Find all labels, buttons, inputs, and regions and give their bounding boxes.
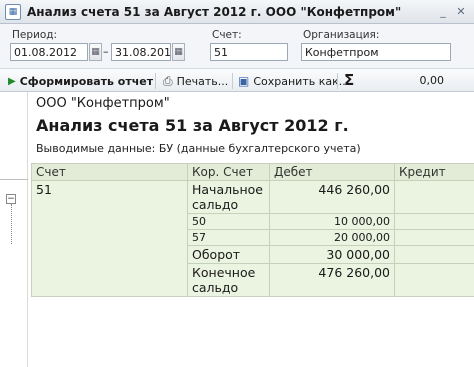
save-as-label: Сохранить как... <box>253 74 350 88</box>
calendar-to-icon[interactable]: ▦ <box>172 43 185 61</box>
closing-debit: 476 260,00 <box>269 263 395 297</box>
calendar-from-icon[interactable]: ▦ <box>89 43 102 61</box>
turnover-label: Оборот <box>187 245 270 264</box>
print-button[interactable]: ⎙ Печать... <box>163 72 228 90</box>
account-cell[interactable]: 51 <box>31 180 188 297</box>
organization-label: Организация: <box>303 29 380 41</box>
window-title: Анализ счета 51 за Август 2012 г. ООО "К… <box>27 4 402 19</box>
header-credit: Кредит <box>394 163 474 181</box>
window-titlebar: ▦ Анализ счета 51 за Август 2012 г. ООО … <box>0 0 474 24</box>
table-row-opening-balance[interactable]: 51 Начальное сальдо 446 260,00 <box>31 180 474 297</box>
opening-credit <box>394 180 474 214</box>
toolbar-separator <box>155 73 156 89</box>
print-label: Печать... <box>176 74 229 88</box>
save-as-button[interactable]: ▣ Сохранить как... <box>238 72 349 90</box>
generate-report-button[interactable]: ▶ Сформировать отчет <box>8 72 153 90</box>
report-toolbar: ▶ Сформировать отчет ⎙ Печать... ▣ Сохра… <box>0 68 474 92</box>
window-controls: _ ✕ <box>436 5 468 19</box>
floppy-disk-icon: ▣ <box>238 74 250 88</box>
turnover-credit <box>394 245 474 264</box>
report-area: − ООО "Конфетпром" Анализ счета 51 за Ав… <box>0 92 474 367</box>
collapse-group-icon[interactable]: − <box>6 194 16 204</box>
gutter-line <box>0 179 28 180</box>
corr-account-cell: 57 <box>187 229 270 246</box>
report-output-data: Выводимые данные: БУ (данные бухгалтерск… <box>36 142 361 155</box>
sum-value: 0,00 <box>419 74 445 87</box>
parameters-panel: Период: 01.08.2012 ▦ – 31.08.2012 ▦ Счет… <box>0 24 474 68</box>
closing-balance-label-line2: сальдо <box>192 280 239 295</box>
report-title: Анализ счета 51 за Август 2012 г. <box>36 116 349 135</box>
credit-cell <box>394 213 474 230</box>
debit-cell: 10 000,00 <box>269 213 395 230</box>
turnover-debit: 30 000,00 <box>269 245 395 264</box>
closing-balance-label-line1: Конечное <box>192 265 256 280</box>
period-label: Период: <box>12 29 58 41</box>
sum-icon[interactable]: Σ <box>344 71 354 89</box>
opening-balance-label: Начальное сальдо <box>187 180 270 214</box>
report-organization: ООО "Конфетпром" <box>36 96 170 111</box>
closing-credit <box>394 263 474 297</box>
account-field[interactable]: 51 <box>210 43 288 61</box>
date-from-field[interactable]: 01.08.2012 <box>10 43 88 61</box>
organization-field[interactable]: Конфетпром <box>301 43 451 61</box>
row-grouping-gutter: − <box>0 92 28 367</box>
closing-balance-label: Конечное сальдо <box>187 263 270 297</box>
play-icon: ▶ <box>8 75 16 87</box>
printer-icon: ⎙ <box>163 73 173 88</box>
table-header-row: Счет Кор. Счет Дебет Кредит <box>31 163 474 181</box>
credit-cell <box>394 229 474 246</box>
report-table: Счет Кор. Счет Дебет Кредит 51 Начальное… <box>31 163 474 297</box>
report-window-icon: ▦ <box>5 3 21 20</box>
generate-report-label: Сформировать отчет <box>19 74 154 88</box>
opening-debit: 446 260,00 <box>269 180 395 214</box>
close-icon[interactable]: ✕ <box>454 5 468 19</box>
header-corr-account: Кор. Счет <box>187 163 270 181</box>
date-to-field[interactable]: 31.08.2012 <box>111 43 171 61</box>
toolbar-separator <box>337 73 338 89</box>
opening-balance-label-line1: Начальное <box>192 182 263 197</box>
account-label: Счет: <box>212 29 242 41</box>
minimize-icon[interactable]: _ <box>436 5 450 19</box>
period-dash: – <box>103 45 109 58</box>
debit-cell: 20 000,00 <box>269 229 395 246</box>
corr-account-cell: 50 <box>187 213 270 230</box>
header-debit: Дебет <box>269 163 395 181</box>
group-tree-line <box>11 204 12 244</box>
header-account: Счет <box>31 163 188 181</box>
toolbar-separator <box>232 73 233 89</box>
opening-balance-label-line2: сальдо <box>192 197 239 212</box>
